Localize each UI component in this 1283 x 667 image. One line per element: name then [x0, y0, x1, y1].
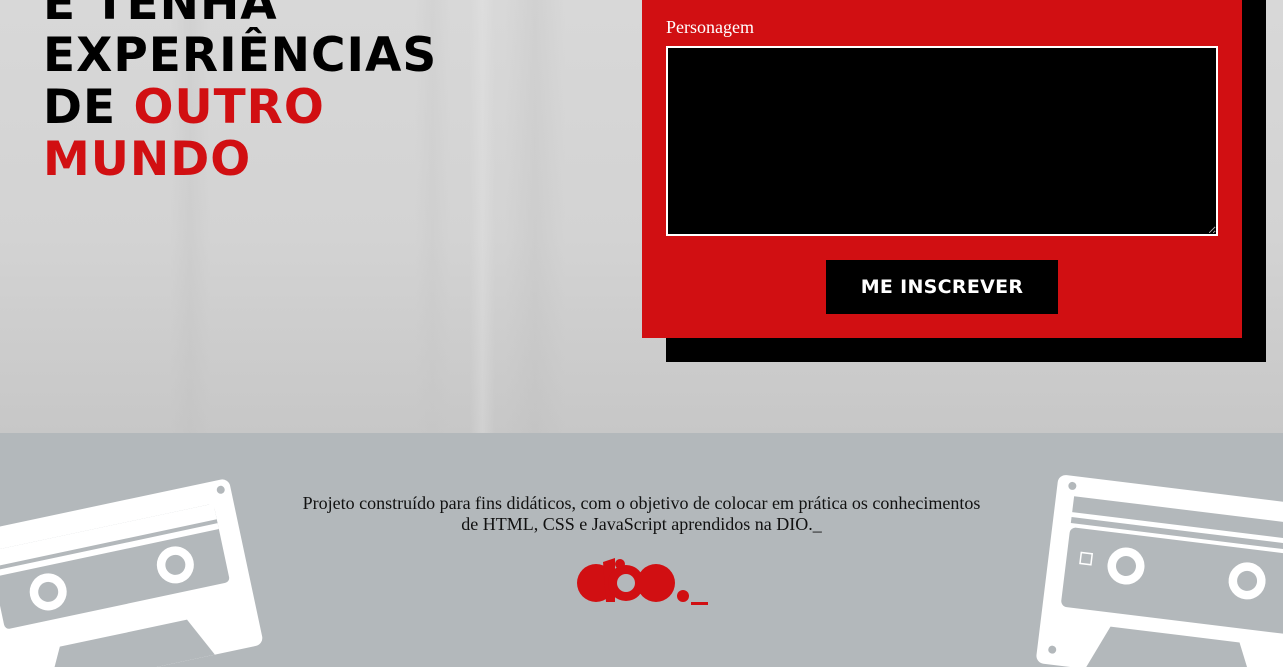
personagem-textarea[interactable] [666, 46, 1218, 236]
heading-line: E TENHA [43, 0, 278, 31]
subscribe-button[interactable]: ME INSCREVER [826, 260, 1058, 314]
cassette-tape-icon [0, 479, 263, 667]
hero-section: E TENHA EXPERIÊNCIAS DE OUTRO MUNDO Pers… [0, 0, 1283, 433]
background-tree [505, 0, 565, 433]
personagem-label: Personagem [666, 17, 754, 37]
footer-text: Projeto construído para fins didáticos, … [302, 493, 981, 534]
heading-line: DE [43, 80, 134, 135]
hero-heading: E TENHA EXPERIÊNCIAS DE OUTRO MUNDO [43, 0, 437, 186]
cassette-tape-icon [1036, 475, 1283, 667]
background-tree [470, 0, 495, 433]
footer: Projeto construído para fins didáticos, … [0, 433, 1283, 667]
dio-logo[interactable] [576, 558, 711, 608]
signup-form: Personagem ME INSCREVER [642, 0, 1242, 338]
heading-highlight: MUNDO [43, 132, 252, 187]
heading-highlight: OUTRO [133, 80, 325, 135]
heading-line: EXPERIÊNCIAS [43, 28, 438, 83]
